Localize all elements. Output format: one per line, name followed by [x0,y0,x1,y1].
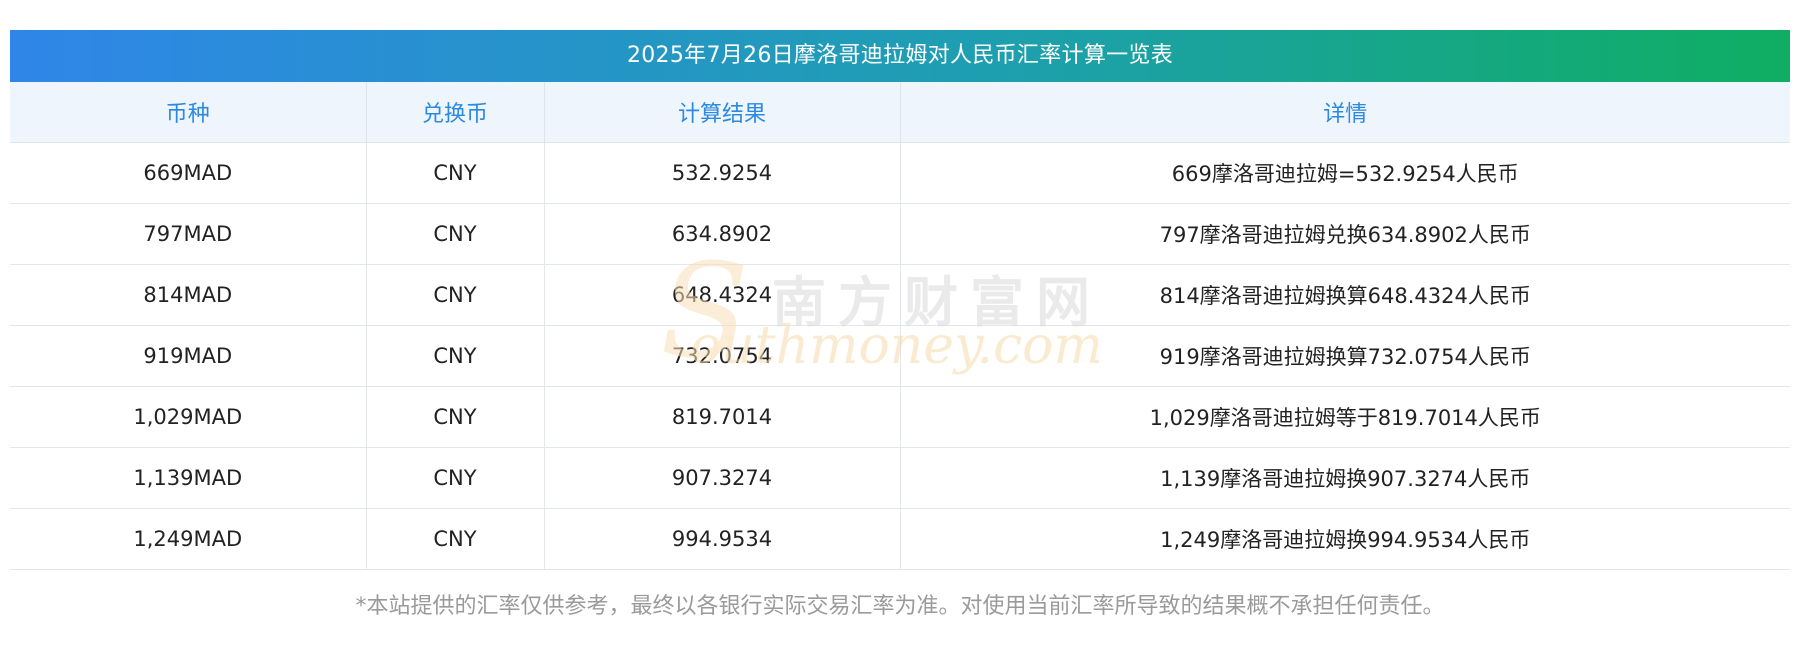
cell-result: 648.4324 [544,264,901,326]
column-header-result: 计算结果 [544,82,901,143]
table-row: 1,249MAD CNY 994.9534 1,249摩洛哥迪拉姆换994.95… [10,508,1790,570]
table-row: 814MAD CNY 648.4324 814摩洛哥迪拉姆换算648.4324人… [10,264,1790,326]
table-row: 797MAD CNY 634.8902 797摩洛哥迪拉姆兑换634.8902人… [10,203,1790,265]
rate-grid: 币种 兑换币 计算结果 详情 669MAD CNY 532.9254 669摩洛… [10,82,1790,570]
cell-target: CNY [366,203,545,265]
cell-detail: 669摩洛哥迪拉姆=532.9254人民币 [900,142,1790,204]
cell-target: CNY [366,508,545,570]
cell-result: 634.8902 [544,203,901,265]
cell-result: 532.9254 [544,142,901,204]
cell-currency: 1,139MAD [10,447,367,509]
cell-target: CNY [366,447,545,509]
header-row: 币种 兑换币 计算结果 详情 [10,82,1790,143]
cell-detail: 814摩洛哥迪拉姆换算648.4324人民币 [900,264,1790,326]
table-row: 1,029MAD CNY 819.7014 1,029摩洛哥迪拉姆等于819.7… [10,386,1790,448]
cell-result: 732.0754 [544,325,901,387]
cell-currency: 1,029MAD [10,386,367,448]
cell-detail: 919摩洛哥迪拉姆换算732.0754人民币 [900,325,1790,387]
cell-detail: 1,139摩洛哥迪拉姆换907.3274人民币 [900,447,1790,509]
table-row: 919MAD CNY 732.0754 919摩洛哥迪拉姆换算732.0754人… [10,325,1790,387]
disclaimer-note: *本站提供的汇率仅供参考，最终以各银行实际交易汇率为准。对使用当前汇率所导致的结… [355,594,1445,619]
cell-detail: 797摩洛哥迪拉姆兑换634.8902人民币 [900,203,1790,265]
cell-detail: 1,249摩洛哥迪拉姆换994.9534人民币 [900,508,1790,570]
cell-currency: 814MAD [10,264,367,326]
column-header-target: 兑换币 [366,82,545,143]
cell-target: CNY [366,264,545,326]
cell-result: 819.7014 [544,386,901,448]
column-header-currency: 币种 [10,82,367,143]
rate-table: 2025年7月26日摩洛哥迪拉姆对人民币汇率计算一览表 币种 兑换币 计算结果 … [10,30,1790,570]
cell-currency: 669MAD [10,142,367,204]
cell-target: CNY [366,325,545,387]
cell-result: 994.9534 [544,508,901,570]
cell-target: CNY [366,386,545,448]
column-header-detail: 详情 [900,82,1790,143]
table-row: 669MAD CNY 532.9254 669摩洛哥迪拉姆=532.9254人民… [10,142,1790,204]
cell-result: 907.3274 [544,447,901,509]
cell-currency: 797MAD [10,203,367,265]
cell-detail: 1,029摩洛哥迪拉姆等于819.7014人民币 [900,386,1790,448]
cell-target: CNY [366,142,545,204]
cell-currency: 1,249MAD [10,508,367,570]
cell-currency: 919MAD [10,325,367,387]
table-row: 1,139MAD CNY 907.3274 1,139摩洛哥迪拉姆换907.32… [10,447,1790,509]
table-title: 2025年7月26日摩洛哥迪拉姆对人民币汇率计算一览表 [10,30,1790,82]
